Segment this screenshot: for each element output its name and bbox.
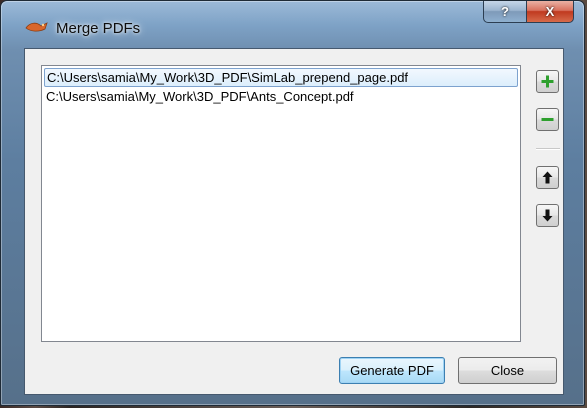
- file-list[interactable]: C:\Users\samia\My_Work\3D_PDF\SimLab_pre…: [41, 65, 521, 342]
- window-close-button[interactable]: X: [527, 1, 574, 23]
- toolbar-separator: [536, 148, 560, 150]
- arrow-down-icon: [542, 209, 553, 222]
- dialog-body: C:\Users\samia\My_Work\3D_PDF\SimLab_pre…: [24, 48, 564, 395]
- list-item[interactable]: C:\Users\samia\My_Work\3D_PDF\SimLab_pre…: [44, 68, 518, 87]
- title-bar[interactable]: Merge PDFs ? X: [1, 1, 584, 41]
- minus-icon: [541, 118, 554, 121]
- help-button[interactable]: ?: [483, 1, 527, 23]
- window-title: Merge PDFs: [56, 20, 141, 37]
- arrow-up-icon: [542, 171, 553, 184]
- close-button[interactable]: Close: [458, 357, 557, 384]
- caption-buttons: ? X: [483, 1, 574, 23]
- move-down-button[interactable]: [536, 204, 559, 227]
- generate-pdf-button[interactable]: Generate PDF: [339, 357, 445, 384]
- add-file-button[interactable]: [536, 70, 559, 93]
- plus-icon: [541, 75, 554, 88]
- move-up-button[interactable]: [536, 166, 559, 189]
- remove-file-button[interactable]: [536, 108, 559, 131]
- merge-pdfs-dialog: Merge PDFs ? X C:\Users\samia\My_Work\3D…: [0, 0, 585, 406]
- app-icon: [25, 22, 48, 32]
- list-item[interactable]: C:\Users\samia\My_Work\3D_PDF\Ants_Conce…: [42, 87, 520, 106]
